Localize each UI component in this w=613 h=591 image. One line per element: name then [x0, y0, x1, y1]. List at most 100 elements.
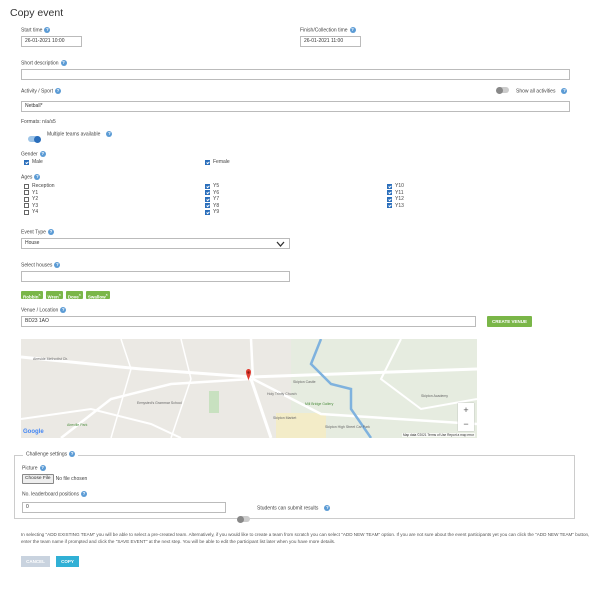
checkbox[interactable]: [24, 159, 29, 165]
finish-time-label: Finish/Collection time?: [300, 27, 356, 33]
challenge-settings-legend: Challenge settings?: [23, 451, 79, 458]
checkbox[interactable]: [205, 183, 210, 189]
checkbox-label: Y7: [213, 196, 220, 203]
help-icon[interactable]: ?: [60, 60, 67, 66]
map-attribution[interactable]: Map data ©2021 Terms of Use Report a map…: [401, 433, 475, 437]
house-chip[interactable]: Wren×: [45, 291, 63, 300]
toggle-knob: [496, 86, 503, 94]
age-option[interactable]: Y10: [387, 183, 404, 190]
age-option[interactable]: Y9: [205, 209, 219, 216]
select-houses-label: Select houses?: [21, 262, 61, 268]
help-icon[interactable]: ?: [349, 27, 356, 33]
help-icon[interactable]: ?: [324, 505, 331, 511]
map-place-label: Aireside Methodist Ch.: [33, 357, 69, 361]
help-icon[interactable]: ?: [60, 307, 67, 313]
checkbox[interactable]: [24, 203, 29, 209]
venue-label: Venue / Location?: [21, 307, 67, 313]
event-type-label-text: Event Type: [21, 229, 46, 236]
checkbox[interactable]: [24, 183, 29, 189]
help-icon[interactable]: ?: [34, 174, 41, 180]
event-type-select[interactable]: House: [21, 238, 290, 249]
help-icon[interactable]: ?: [69, 451, 76, 457]
checkbox[interactable]: [205, 190, 210, 196]
help-icon[interactable]: ?: [47, 229, 54, 235]
cancel-button[interactable]: CANCEL: [21, 556, 50, 567]
map-place-label: Holy Trinity Church: [267, 392, 297, 396]
start-time-input[interactable]: 26-01-2021 10:00: [21, 36, 82, 47]
multiple-teams-toggle[interactable]: [28, 135, 41, 143]
venue-map[interactable]: Google Map data ©2021 Terms of Use Repor…: [21, 339, 477, 438]
age-option[interactable]: Y4: [24, 209, 55, 216]
copy-button[interactable]: COPY: [56, 556, 79, 567]
checkbox[interactable]: [205, 203, 210, 209]
age-option[interactable]: Y5: [205, 183, 219, 190]
help-icon[interactable]: ?: [561, 88, 568, 94]
venue-input[interactable]: BD23 1AO: [21, 316, 476, 327]
help-icon[interactable]: ?: [39, 465, 46, 471]
chip-label: Wren: [47, 294, 59, 300]
short-description-label: Short description?: [21, 60, 67, 66]
house-chip[interactable]: Robbin×: [21, 291, 43, 300]
zoom-in-button[interactable]: +: [458, 403, 474, 417]
picture-label: Picture?: [22, 465, 46, 471]
challenge-settings-title: Challenge settings: [26, 451, 68, 458]
gender-male-option[interactable]: Male: [24, 159, 43, 166]
age-option[interactable]: Reception: [24, 183, 55, 190]
help-icon[interactable]: ?: [44, 27, 51, 33]
map-place-label: Skipton High Street Car Park: [325, 425, 370, 429]
show-all-activities-toggle[interactable]: [496, 86, 509, 94]
short-description-input[interactable]: [21, 69, 570, 80]
students-submit-toggle[interactable]: [237, 515, 250, 523]
checkbox[interactable]: [24, 209, 29, 215]
help-icon[interactable]: ?: [106, 131, 113, 137]
checkbox[interactable]: [24, 196, 29, 202]
help-icon[interactable]: ?: [54, 88, 61, 94]
help-icon[interactable]: ?: [39, 151, 46, 157]
chip-label: Dove: [67, 294, 79, 300]
select-houses-input[interactable]: [21, 271, 290, 282]
checkbox[interactable]: [387, 196, 392, 202]
age-option[interactable]: Y12: [387, 196, 404, 203]
checkbox[interactable]: [205, 196, 210, 202]
show-all-activities-text: Show all activities: [516, 88, 556, 95]
checkbox[interactable]: [24, 190, 29, 196]
finish-time-input[interactable]: 26-01-2021 11:00: [300, 36, 361, 47]
house-chip[interactable]: Swallow×: [85, 291, 110, 300]
checkbox[interactable]: [205, 209, 210, 215]
chip-remove-icon[interactable]: ×: [106, 293, 108, 297]
ages-column-1: Reception Y1 Y2 Y3 Y4: [24, 183, 55, 216]
checkbox-label: Y5: [213, 183, 220, 190]
zoom-out-button[interactable]: −: [458, 417, 474, 431]
house-chip[interactable]: Dove×: [65, 291, 83, 300]
picture-label-text: Picture: [22, 465, 38, 472]
age-option[interactable]: Y13: [387, 203, 404, 210]
age-option[interactable]: Y7: [205, 196, 219, 203]
chip-remove-icon[interactable]: ×: [79, 293, 81, 297]
help-icon[interactable]: ?: [54, 262, 61, 268]
checkbox[interactable]: [387, 203, 392, 209]
checkbox[interactable]: [387, 190, 392, 196]
age-option[interactable]: Y6: [205, 190, 219, 197]
age-option[interactable]: Y8: [205, 203, 219, 210]
age-option[interactable]: Y11: [387, 190, 404, 197]
help-icon[interactable]: ?: [80, 491, 87, 497]
leaderboard-positions-input[interactable]: 0: [22, 502, 226, 513]
activity-input[interactable]: Netball*: [21, 101, 570, 112]
activity-label: Activity / Sport?: [21, 88, 61, 94]
map-place-label: Skipton Academy: [421, 394, 449, 398]
choose-file-button[interactable]: Choose File: [22, 474, 54, 484]
checkbox[interactable]: [387, 183, 392, 189]
picture-file-input[interactable]: Choose File No file chosen: [22, 474, 87, 484]
create-venue-button[interactable]: CREATE VENUE: [487, 316, 532, 327]
short-description-label-text: Short description: [21, 60, 59, 67]
chip-remove-icon[interactable]: ×: [59, 293, 61, 297]
map-place-label: Skipton Market: [273, 416, 297, 420]
gender-label: Gender?: [21, 151, 46, 157]
checkbox[interactable]: [205, 159, 210, 165]
page-title: Copy event: [10, 7, 64, 19]
chip-remove-icon[interactable]: ×: [39, 293, 41, 297]
gender-female-option[interactable]: Female: [205, 159, 230, 166]
checkbox-label: Male: [32, 159, 43, 166]
toggle-knob: [237, 515, 244, 523]
activity-label-text: Activity / Sport: [21, 88, 53, 95]
